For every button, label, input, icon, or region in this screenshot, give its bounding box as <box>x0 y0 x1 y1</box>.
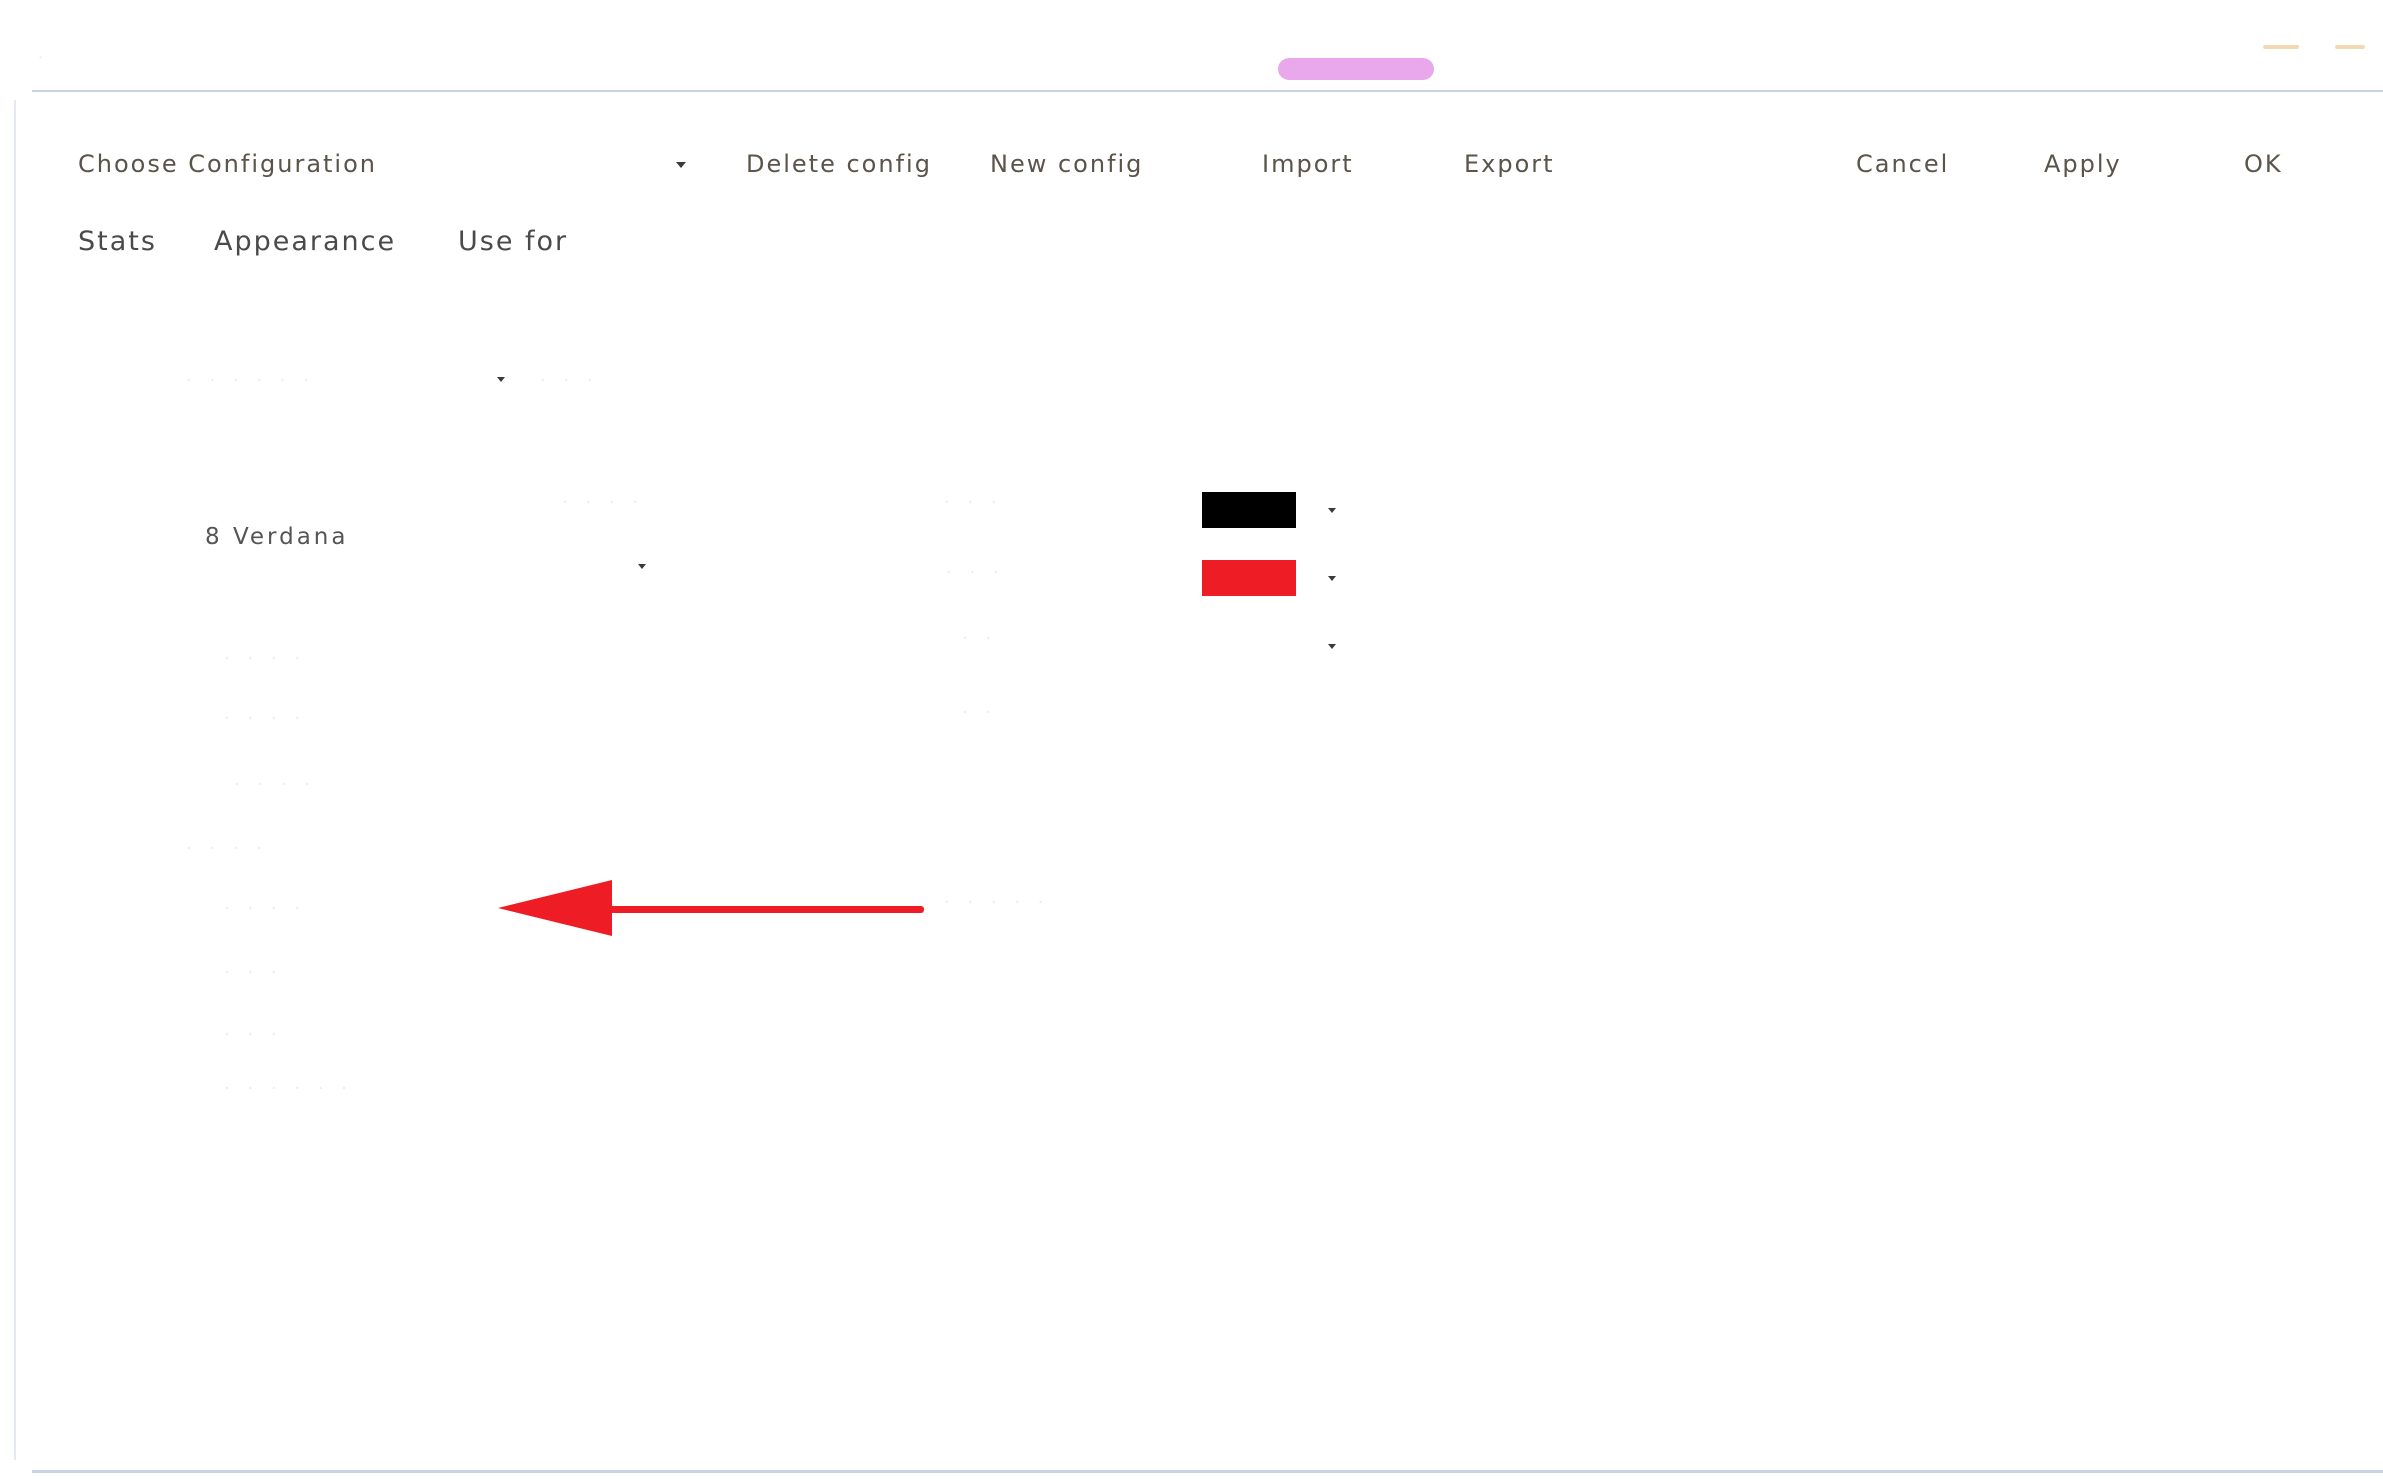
faint-option: · · · · <box>224 708 307 729</box>
ok-button[interactable]: OK <box>2244 150 2283 178</box>
faint-option: · · · · <box>224 648 307 669</box>
apply-button[interactable]: Apply <box>2044 150 2122 178</box>
title-bar: · <box>0 0 2383 90</box>
tab-bar: Stats Appearance Use for <box>0 222 700 266</box>
faint-option: · · · · · <box>944 892 1050 913</box>
faint-field-label: · · · <box>944 492 1003 513</box>
faint-field-label: · · · <box>946 562 1005 583</box>
chevron-down-icon[interactable] <box>1328 576 1336 581</box>
minimize-button[interactable] <box>2263 45 2299 49</box>
choose-config-label: Choose Configuration <box>78 150 377 178</box>
faint-option: · · · · <box>224 898 307 919</box>
window-controls <box>2263 40 2373 60</box>
chevron-down-icon[interactable] <box>638 564 646 569</box>
title-divider <box>32 90 2383 92</box>
delete-config-button[interactable]: Delete config <box>746 150 932 178</box>
app-icon: · <box>38 48 48 67</box>
tab-appearance[interactable]: Appearance <box>214 226 396 257</box>
window-title <box>1278 58 1434 80</box>
chevron-down-icon[interactable] <box>497 377 505 382</box>
config-select[interactable] <box>452 146 692 180</box>
new-config-button[interactable]: New config <box>990 150 1143 178</box>
faint-option: · · · · · · <box>224 1078 353 1099</box>
chevron-down-icon[interactable] <box>1328 644 1336 649</box>
tab-stats[interactable]: Stats <box>78 226 157 257</box>
annotation-arrow-shaft <box>600 906 924 913</box>
chevron-down-icon[interactable] <box>1328 508 1336 513</box>
color-swatch-red[interactable] <box>1202 560 1296 596</box>
faint-field-label: · · · · <box>562 492 645 513</box>
toolbar: Choose Configuration Delete config New c… <box>0 140 2383 186</box>
faint-option: · · · · <box>186 838 269 859</box>
export-button[interactable]: Export <box>1464 150 1555 178</box>
faint-label-row: · · · <box>540 370 599 391</box>
faint-label-row: · · · · · · <box>186 370 315 391</box>
configuration-window: · Choose Configuration Delete config New… <box>0 0 2383 1480</box>
cancel-button[interactable]: Cancel <box>1856 150 1949 178</box>
faint-option: · · · · <box>234 774 317 795</box>
import-button[interactable]: Import <box>1262 150 1354 178</box>
chevron-down-icon[interactable] <box>676 162 686 168</box>
bottom-divider <box>32 1470 2383 1473</box>
font-value[interactable]: 8 Verdana <box>205 524 348 550</box>
arrow-left-icon <box>498 880 612 936</box>
faint-option: · · · <box>224 1024 283 1045</box>
color-swatch-black[interactable] <box>1202 492 1296 528</box>
maximize-button[interactable] <box>2335 45 2365 49</box>
faint-field-label: · · <box>962 628 998 649</box>
faint-option: · · · <box>224 962 283 983</box>
faint-field-label: · · <box>962 702 998 723</box>
window-left-border <box>14 100 16 1460</box>
tab-use-for[interactable]: Use for <box>458 226 568 257</box>
